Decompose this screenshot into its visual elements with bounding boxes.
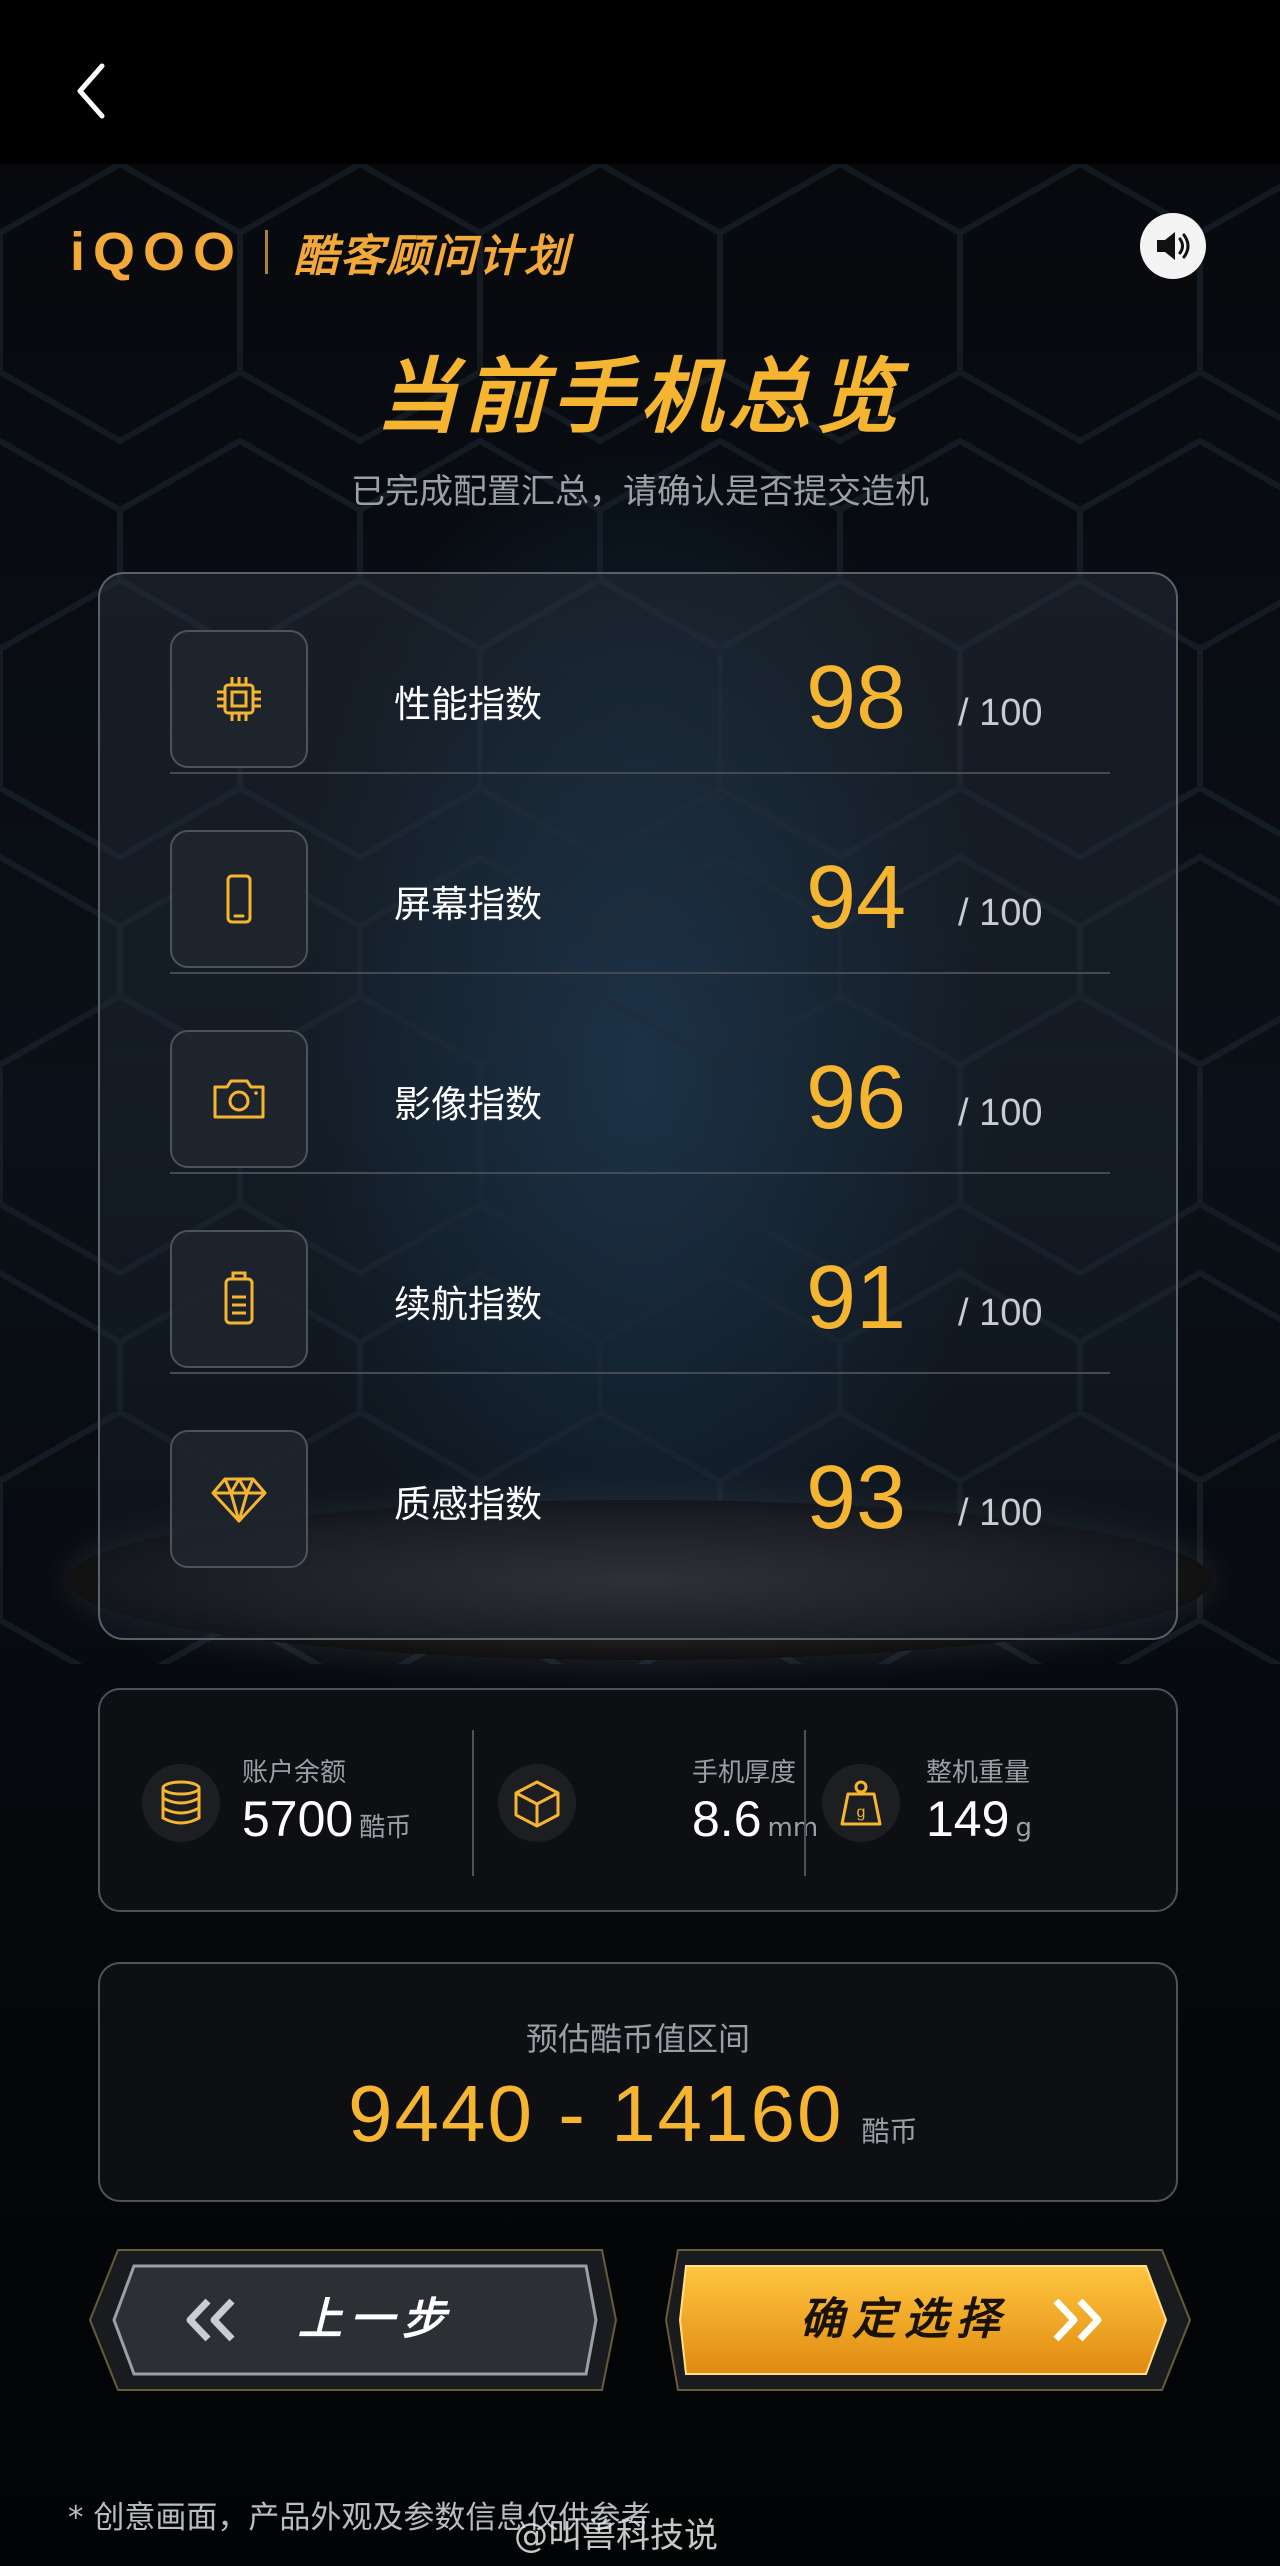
stat-value: 5700 酷币 [242,1790,411,1848]
stat-icon-wrap [142,1764,220,1842]
stats-card: 账户余额 5700 酷币 手机厚度 8.6 mm g 整机重量 149 g [98,1688,1178,1912]
stat-label: 整机重量 [926,1758,1031,1788]
score-max: / 100 [958,692,1043,734]
stat-number: 149 [926,1791,1010,1847]
chip-icon [217,677,261,721]
score-label: 质感指数 [394,1483,542,1526]
score-icon-box [170,1030,308,1168]
diamond-icon [211,1477,267,1523]
top-bar [0,0,1280,164]
camera-icon [213,1079,265,1119]
brand-divider [265,230,269,274]
brand-header: iQOO 酷客顾问计划 [70,222,570,282]
cube-icon [514,1780,560,1828]
brand-logo: iQOO [70,222,244,282]
stat-label: 手机厚度 [692,1758,797,1788]
program-name: 酷客顾问计划 [294,231,571,282]
score-value: 94 [806,848,907,948]
page-subtitle: 已完成配置汇总，请确认是否提交造机 [351,472,929,512]
score-value: 98 [806,648,907,748]
phone-icon [226,874,252,924]
estimate-value: 9440 - 14160 酷币 [348,2068,918,2160]
score-max: / 100 [958,892,1043,934]
stat-unit: 酷币 [359,1813,412,1843]
stat-value: 149 g [926,1790,1032,1848]
stat-icon-wrap [498,1764,576,1842]
score-row-texture: 质感指数 93 / 100 [170,1374,1110,1574]
stat-number: 5700 [242,1791,354,1847]
score-row-camera: 影像指数 96 / 100 [170,974,1110,1174]
estimate-label: 预估酷币值区间 [525,2020,750,2058]
score-row-battery: 续航指数 91 / 100 [170,1174,1110,1374]
score-label: 影像指数 [394,1083,542,1126]
score-value: 91 [806,1248,907,1348]
confirm-button-label: 确定选择 [800,2294,1008,2345]
confirm-selection-button[interactable]: 确定选择 [664,2248,1192,2392]
chevron-left-icon [77,63,105,119]
watermark: @叫兽科技说 [514,2516,718,2556]
stat-balance: 账户余额 5700 酷币 [100,1690,472,1914]
score-summary-card: 性能指数 98 / 100 屏幕指数 94 / 100 影像指数 96 / 10… [98,572,1178,1640]
stat-unit: g [1015,1813,1032,1843]
previous-step-button[interactable]: 上一步 [88,2248,618,2392]
battery-icon [224,1271,254,1325]
speaker-icon [1157,232,1190,260]
score-label: 性能指数 [394,683,542,726]
sound-toggle-button[interactable] [1140,213,1206,279]
page-title: 当前手机总览 [376,350,904,445]
stat-icon-wrap: g [822,1764,900,1842]
coins-icon [161,1780,201,1825]
double-chevron-right-icon [1053,2298,1102,2342]
score-label: 续航指数 [394,1283,542,1326]
score-row-screen: 屏幕指数 94 / 100 [170,774,1110,974]
score-label: 屏幕指数 [394,883,542,926]
score-icon-box [170,1230,308,1368]
stat-number: 8.6 [692,1791,762,1847]
score-value: 93 [806,1448,907,1548]
estimate-card: 预估酷币值区间 9440 - 14160 酷币 [98,1962,1178,2202]
score-icon-box [170,1430,308,1568]
score-icon-box [170,630,308,768]
score-max: / 100 [958,1292,1043,1334]
score-max: / 100 [958,1492,1043,1534]
score-row-performance: 性能指数 98 / 100 [170,574,1110,774]
score-value: 96 [806,1048,907,1148]
score-icon-box [170,830,308,968]
weight-icon: g [840,1780,882,1826]
stat-value: 8.6 mm [692,1790,818,1848]
svg-text:g: g [857,1804,866,1821]
double-chevron-left-icon [186,2298,235,2342]
stat-thickness: 手机厚度 8.6 mm [452,1690,818,1914]
back-button[interactable] [64,56,124,126]
estimate-unit: 酷币 [861,2115,918,2148]
previous-button-label: 上一步 [298,2294,454,2345]
stat-weight: g 整机重量 149 g [804,1690,1176,1914]
estimate-range: 9440 - 14160 [348,2069,844,2158]
score-max: / 100 [958,1092,1043,1134]
stat-label: 账户余额 [242,1758,347,1788]
